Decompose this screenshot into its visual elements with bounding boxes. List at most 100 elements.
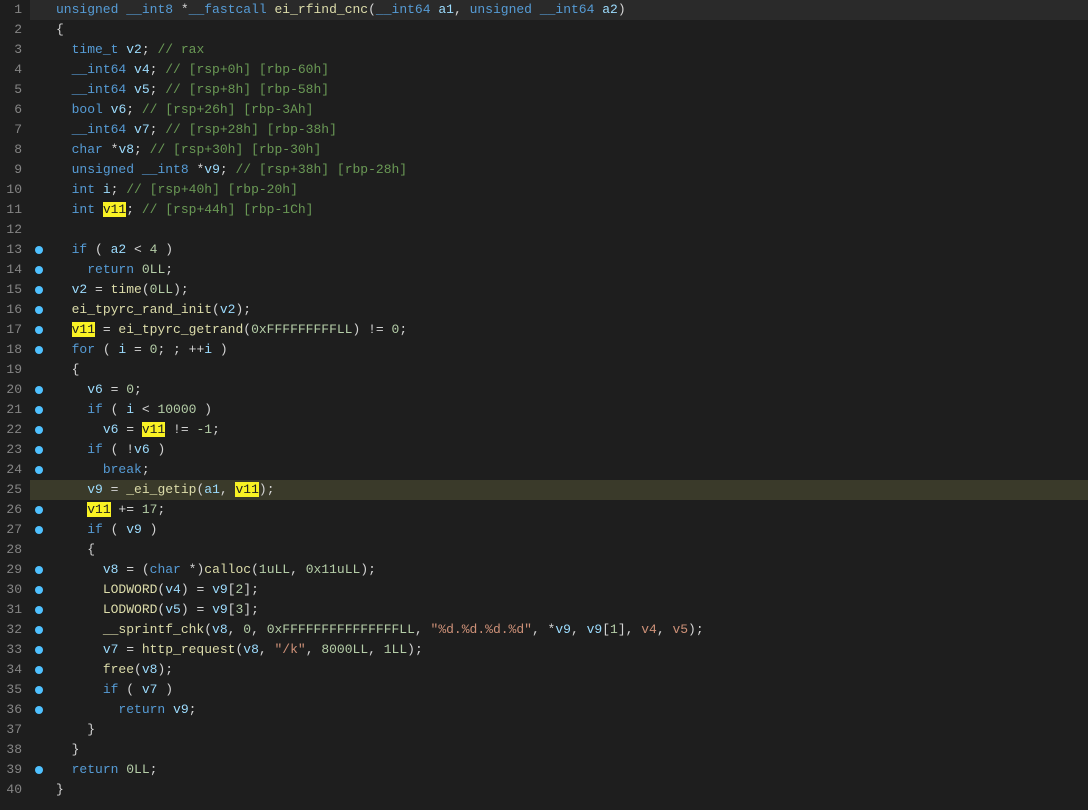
code-line: 17 v11 = ei_tpyrc_getrand(0xFFFFFFFFFLL)… [0,320,1088,340]
code-line: 37 } [0,720,1088,740]
breakpoint-col [30,300,48,320]
breakpoint-col [30,440,48,460]
line-number: 1 [0,0,30,20]
line-number: 40 [0,780,30,800]
code-line: 26 v11 += 17; [0,500,1088,520]
code-line: 18 for ( i = 0; ; ++i ) [0,340,1088,360]
code-line: 1 unsigned __int8 *__fastcall ei_rfind_c… [0,0,1088,20]
code-text: v11 += 17; [48,500,1088,520]
breakpoint-col [30,620,48,640]
breakpoint-col [30,80,48,100]
line-number: 38 [0,740,30,760]
code-line: 2 { [0,20,1088,40]
code-line: 12 [0,220,1088,240]
line-number: 36 [0,700,30,720]
breakpoint-col [30,420,48,440]
line-number: 17 [0,320,30,340]
code-line: 29 v8 = (char *)calloc(1uLL, 0x11uLL); [0,560,1088,580]
breakpoint-col [30,760,48,780]
breakpoint-dot [35,626,43,634]
code-line: 32 __sprintf_chk(v8, 0, 0xFFFFFFFFFFFFFF… [0,620,1088,640]
code-text: if ( i < 10000 ) [48,400,1088,420]
breakpoint-col [30,180,48,200]
breakpoint-dot [35,266,43,274]
code-line: 11 int v11; // [rsp+44h] [rbp-1Ch] [0,200,1088,220]
breakpoint-col [30,360,48,380]
breakpoint-dot [35,326,43,334]
breakpoint-col [30,260,48,280]
breakpoint-dot [35,506,43,514]
breakpoint-dot [35,606,43,614]
line-number: 2 [0,20,30,40]
line-number: 8 [0,140,30,160]
code-text: free(v8); [48,660,1088,680]
breakpoint-col [30,540,48,560]
breakpoint-col [30,500,48,520]
code-line: 38 } [0,740,1088,760]
code-text: if ( v7 ) [48,680,1088,700]
code-line: 39 return 0LL; [0,760,1088,780]
breakpoint-col [30,0,48,20]
code-text: } [48,780,1088,800]
breakpoint-col [30,400,48,420]
code-text: for ( i = 0; ; ++i ) [48,340,1088,360]
code-line: 13 if ( a2 < 4 ) [0,240,1088,260]
code-text: if ( v9 ) [48,520,1088,540]
line-number: 6 [0,100,30,120]
breakpoint-col [30,140,48,160]
breakpoint-col [30,380,48,400]
line-number: 10 [0,180,30,200]
line-number: 16 [0,300,30,320]
breakpoint-col [30,320,48,340]
line-number: 27 [0,520,30,540]
code-text: LODWORD(v5) = v9[3]; [48,600,1088,620]
breakpoint-col [30,780,48,800]
code-line: 36 return v9; [0,700,1088,720]
code-line: 9 unsigned __int8 *v9; // [rsp+38h] [rbp… [0,160,1088,180]
breakpoint-dot [35,666,43,674]
line-number: 23 [0,440,30,460]
code-line: 14 return 0LL; [0,260,1088,280]
code-line: 35 if ( v7 ) [0,680,1088,700]
line-number: 18 [0,340,30,360]
line-number: 29 [0,560,30,580]
breakpoint-col [30,200,48,220]
breakpoint-col [30,280,48,300]
code-line: 19 { [0,360,1088,380]
code-text: v6 = v11 != -1; [48,420,1088,440]
code-text: if ( a2 < 4 ) [48,240,1088,260]
breakpoint-col [30,340,48,360]
code-text: { [48,360,1088,380]
breakpoint-col [30,120,48,140]
code-text: bool v6; // [rsp+26h] [rbp-3Ah] [48,100,1088,120]
code-text: unsigned __int8 *v9; // [rsp+38h] [rbp-2… [48,160,1088,180]
breakpoint-dot [35,466,43,474]
breakpoint-col [30,580,48,600]
breakpoint-col [30,640,48,660]
breakpoint-col [30,680,48,700]
code-line: 6 bool v6; // [rsp+26h] [rbp-3Ah] [0,100,1088,120]
breakpoint-dot [35,526,43,534]
code-text: int i; // [rsp+40h] [rbp-20h] [48,180,1088,200]
code-line: 16 ei_tpyrc_rand_init(v2); [0,300,1088,320]
code-text [48,220,1088,240]
code-text: v11 = ei_tpyrc_getrand(0xFFFFFFFFFLL) !=… [48,320,1088,340]
code-text: { [48,540,1088,560]
line-number: 26 [0,500,30,520]
code-editor: 1 unsigned __int8 *__fastcall ei_rfind_c… [0,0,1088,810]
line-number: 20 [0,380,30,400]
code-text: __int64 v4; // [rsp+0h] [rbp-60h] [48,60,1088,80]
code-text: __int64 v7; // [rsp+28h] [rbp-38h] [48,120,1088,140]
code-line: 30 LODWORD(v4) = v9[2]; [0,580,1088,600]
breakpoint-dot [35,246,43,254]
breakpoint-dot [35,706,43,714]
code-text: ei_tpyrc_rand_init(v2); [48,300,1088,320]
breakpoint-dot [35,686,43,694]
code-text: unsigned __int8 *__fastcall ei_rfind_cnc… [48,0,1088,20]
line-number: 24 [0,460,30,480]
code-text: int v11; // [rsp+44h] [rbp-1Ch] [48,200,1088,220]
code-text: v2 = time(0LL); [48,280,1088,300]
breakpoint-col [30,660,48,680]
line-number: 13 [0,240,30,260]
code-text: __int64 v5; // [rsp+8h] [rbp-58h] [48,80,1088,100]
